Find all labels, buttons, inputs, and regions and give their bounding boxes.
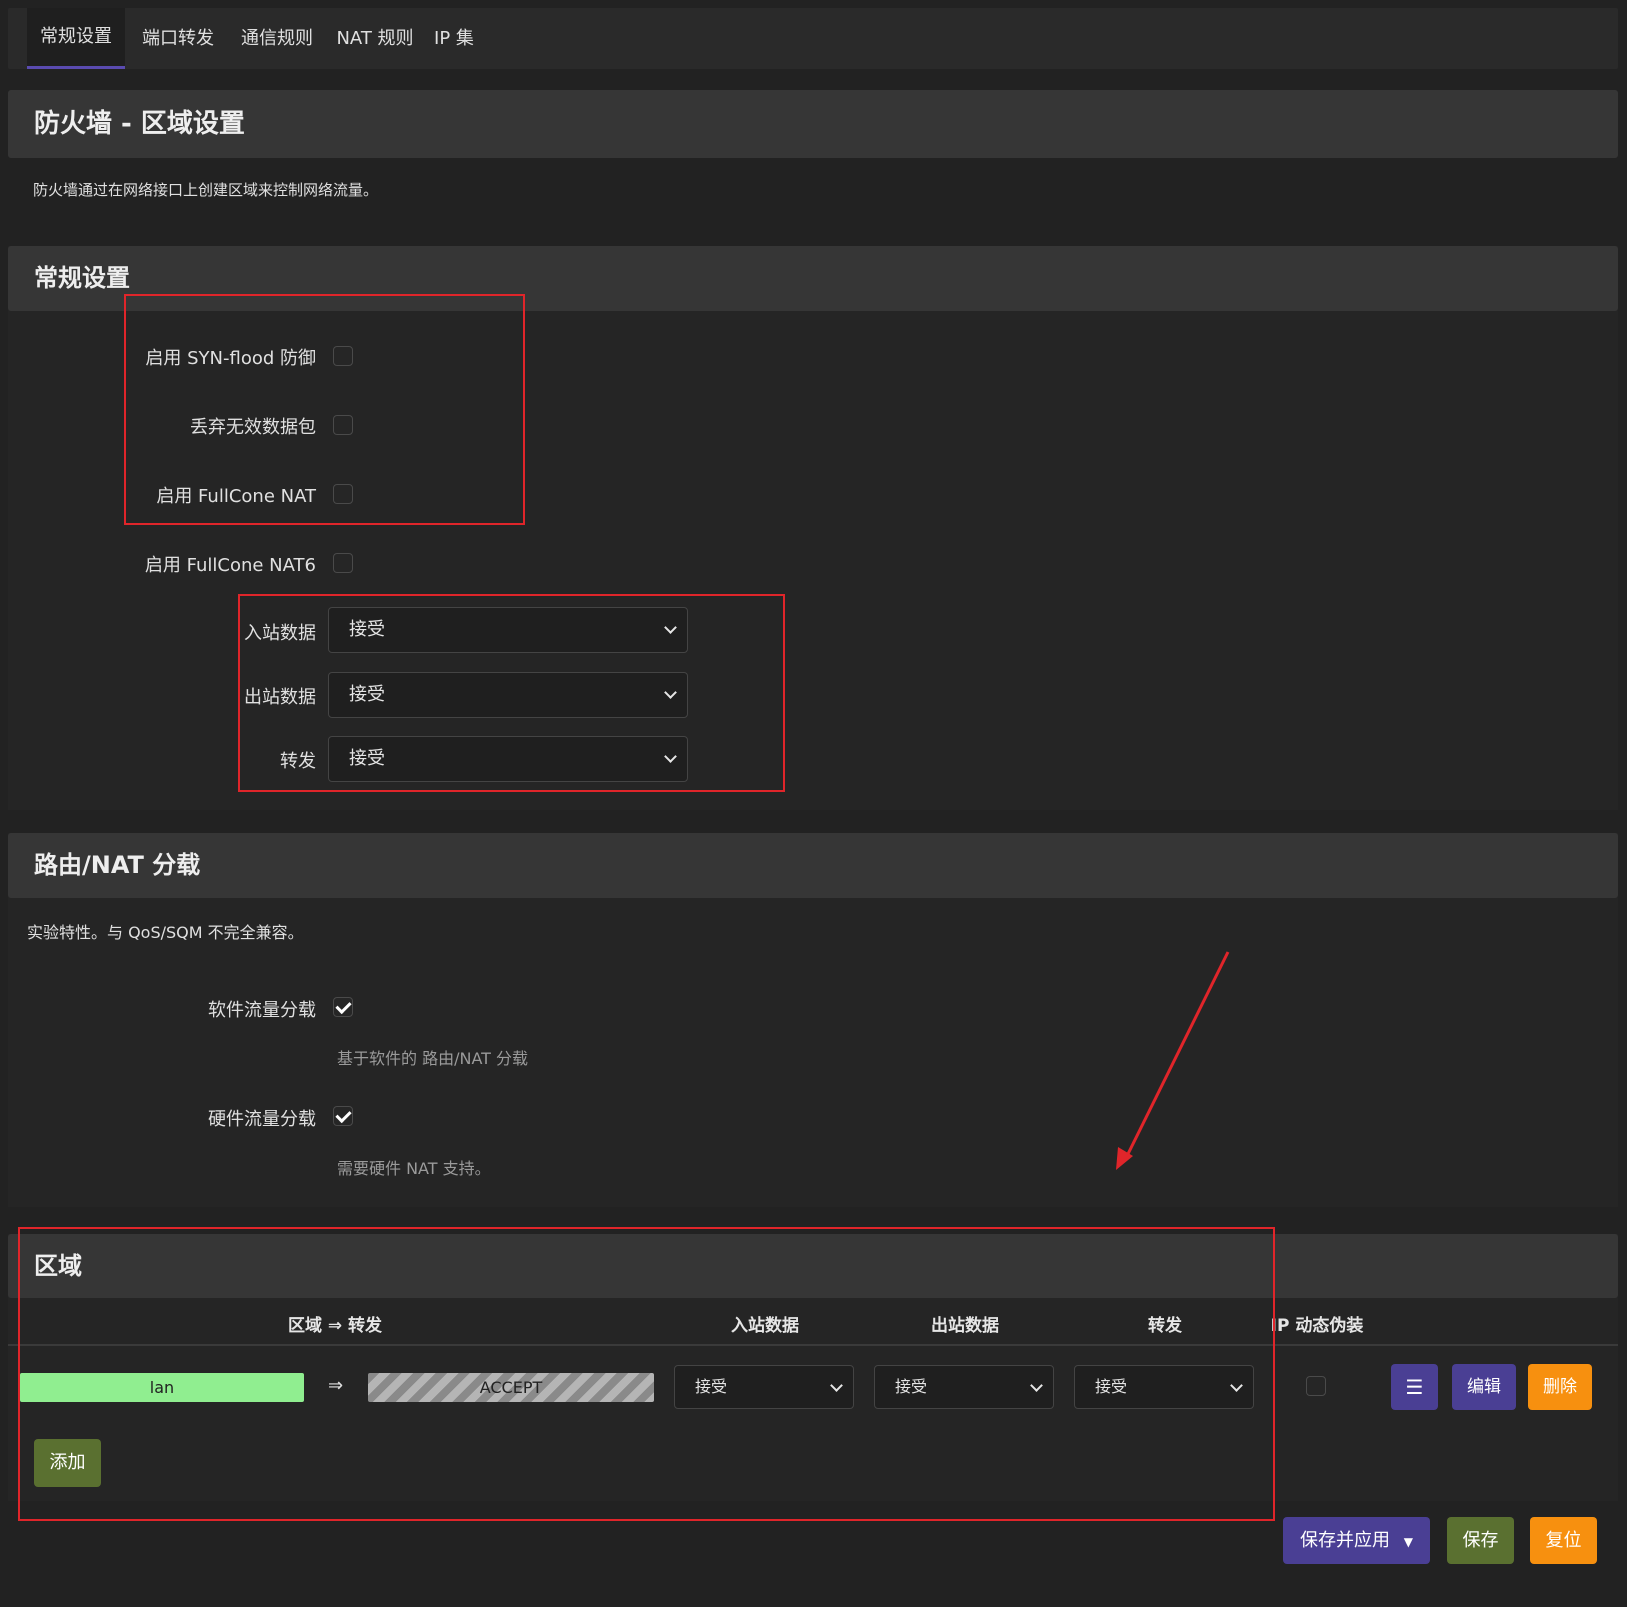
annotation-arrow-icon (1116, 951, 1230, 1170)
